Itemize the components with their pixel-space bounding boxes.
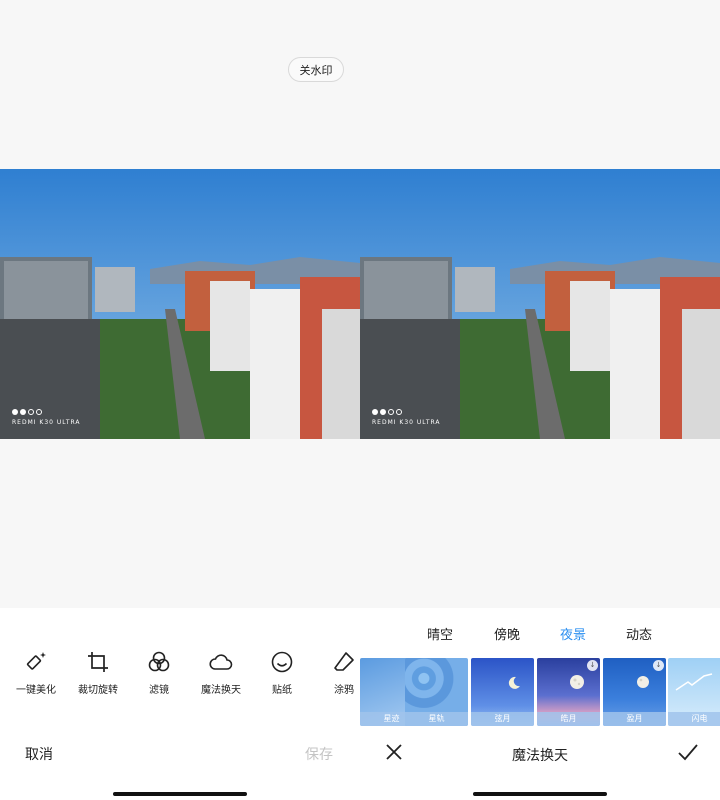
edit-tools-panel: 一键美化 裁切旋转 滤镜 魔法换天 贴纸 涂鸦 取消 保存 — [0, 608, 360, 800]
tool-label: 贴纸 — [272, 685, 292, 696]
tab-clear-sky[interactable]: 晴空 — [427, 624, 453, 643]
save-button[interactable]: 保存 — [305, 744, 333, 764]
photo-preview-left: REDMI K30 ULTRA — [0, 169, 360, 439]
tool-label: 裁切旋转 — [78, 685, 118, 696]
crescent-moon-icon — [508, 676, 520, 689]
tab-dynamic[interactable]: 动态 — [626, 624, 652, 643]
tool-label: 滤镜 — [149, 685, 169, 696]
preset-label: 星轨 — [405, 712, 468, 726]
tool-label: 魔法换天 — [201, 685, 241, 696]
home-indicator[interactable] — [113, 792, 247, 796]
cancel-button[interactable]: 取消 — [25, 744, 53, 764]
tool-crop-rotate[interactable]: 裁切旋转 — [67, 650, 129, 696]
preset-label: 皓月 — [537, 712, 600, 726]
home-indicator[interactable] — [473, 792, 607, 796]
camera-lens-dots — [372, 409, 402, 415]
preset-label: 盈月 — [603, 712, 666, 726]
sky-preset-lightning[interactable]: 闪电 — [668, 658, 720, 726]
tool-filter[interactable]: 滤镜 — [128, 650, 190, 696]
camera-watermark: REDMI K30 ULTRA — [372, 419, 441, 426]
city-photo — [0, 169, 360, 439]
full-moon-icon — [570, 675, 584, 689]
sky-preset-star-trail[interactable]: 星轨 — [405, 658, 468, 726]
crop-icon — [88, 652, 108, 672]
screen: 关水印 REDMI K30 ULTRA REDMI K30 ULTRA 一键美化… — [0, 0, 720, 800]
tab-night[interactable]: 夜景 — [560, 624, 586, 643]
tool-sticker[interactable]: 贴纸 — [251, 650, 313, 696]
sky-preset-crescent[interactable]: 弦月 — [471, 658, 534, 726]
magic-sky-panel: 晴空 傍晚 夜景 动态 ↓ 星迹 星轨 弦月 — [360, 608, 720, 800]
camera-lens-dots — [12, 409, 42, 415]
download-icon: ↓ — [587, 660, 598, 671]
full-moon-icon — [637, 676, 649, 688]
tool-label: 一键美化 — [16, 685, 56, 696]
eraser-icon — [334, 652, 354, 671]
panel-title: 魔法换天 — [512, 748, 568, 764]
sky-category-tabs: 晴空 傍晚 夜景 动态 — [360, 624, 720, 644]
lightning-icon — [675, 673, 713, 691]
tool-magic-sky[interactable]: 魔法换天 — [190, 650, 252, 696]
tool-auto-beautify[interactable]: 一键美化 — [5, 650, 67, 696]
download-icon: ↓ — [653, 660, 664, 671]
city-photo — [360, 169, 720, 439]
sky-preset-bright-moon[interactable]: ↓ 皓月 — [537, 658, 600, 726]
preset-label: 弦月 — [471, 712, 534, 726]
check-icon[interactable] — [677, 742, 699, 762]
filter-circles-icon — [148, 651, 170, 672]
sky-preset-list: ↓ 星迹 星轨 弦月 ↓ — [360, 658, 720, 726]
cloud-icon — [209, 654, 233, 670]
magic-wand-icon — [26, 652, 46, 670]
preset-label: 闪电 — [668, 712, 720, 726]
tool-bar: 一键美化 裁切旋转 滤镜 魔法换天 贴纸 涂鸦 — [0, 650, 360, 700]
tab-dusk[interactable]: 傍晚 — [494, 624, 520, 643]
photo-preview-right: REDMI K30 ULTRA — [360, 169, 720, 439]
camera-watermark: REDMI K30 ULTRA — [12, 419, 81, 426]
watermark-toggle-button[interactable]: 关水印 — [288, 57, 344, 82]
smiley-icon — [271, 651, 293, 673]
sky-preset-gibbous[interactable]: ↓ 盈月 — [603, 658, 666, 726]
